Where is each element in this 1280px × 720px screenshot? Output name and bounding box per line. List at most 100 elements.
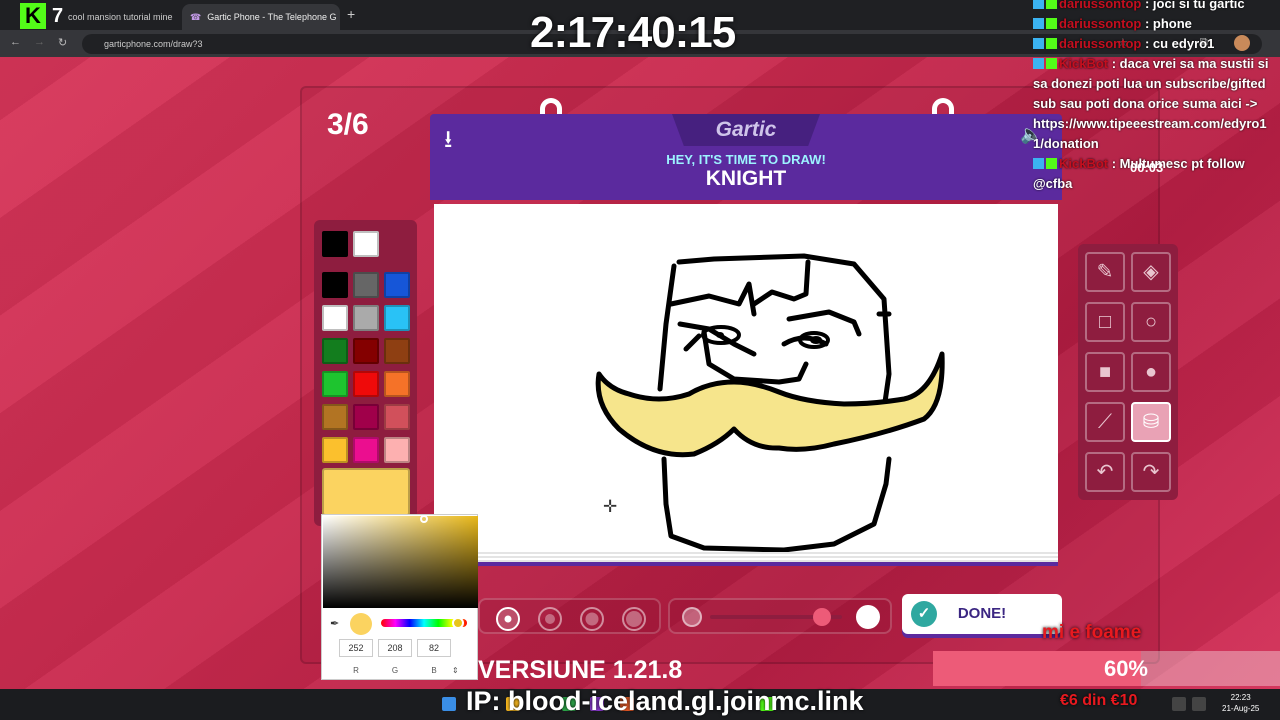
eyedropper-icon[interactable]: ✒ — [330, 617, 339, 630]
kick-badge-icon — [1046, 0, 1057, 9]
line-icon[interactable]: ⟋ — [1085, 402, 1125, 442]
undo-icon[interactable]: ↶ — [1085, 452, 1125, 492]
color-swatch[interactable] — [322, 231, 348, 257]
round-counter: 3/6 — [327, 108, 369, 141]
chat-username: KickBot — [1059, 56, 1109, 71]
new-tab-button[interactable]: + — [347, 6, 355, 22]
format-toggle-icon[interactable]: ⇕ — [452, 666, 459, 675]
blue-field[interactable]: 82 — [417, 639, 451, 657]
version-overlay: VERSIUNE 1.21.8 — [478, 656, 683, 684]
tab-inactive[interactable]: cool mansion tutorial mine ✕ — [60, 4, 178, 30]
red-field[interactable]: 252 — [339, 639, 373, 657]
color-swatch[interactable] — [353, 305, 379, 331]
color-swatch[interactable] — [384, 437, 410, 463]
color-swatch[interactable] — [322, 338, 348, 364]
brush-size-option[interactable] — [538, 607, 562, 631]
color-swatch[interactable] — [322, 272, 348, 298]
mic-icon[interactable] — [1172, 697, 1186, 711]
kick-badge-icon — [1046, 158, 1057, 169]
saturation-area[interactable] — [323, 516, 478, 608]
color-swatch[interactable] — [322, 404, 348, 430]
square-outline-icon[interactable]: □ — [1085, 302, 1125, 342]
done-button[interactable]: ✓ DONE! — [902, 594, 1062, 634]
brush-size-option[interactable] — [622, 607, 646, 631]
user-badge-icon — [1033, 0, 1044, 9]
color-swatch[interactable] — [384, 338, 410, 364]
brush-size-bar — [478, 598, 661, 634]
green-field[interactable]: 208 — [378, 639, 412, 657]
draw-word: KNIGHT — [705, 167, 787, 190]
forward-icon[interactable]: → — [34, 36, 45, 48]
chat-text: : cu edyro1 — [1141, 36, 1215, 51]
chat-message: dariussontop : joci si tu gartic — [1030, 0, 1280, 14]
user-badge-icon — [1033, 38, 1044, 49]
color-picker: ✒ 252 208 82 R G B ⇕ — [321, 514, 478, 680]
bucket-icon[interactable]: ⛁ — [1131, 402, 1171, 442]
pencil-icon[interactable]: ✎ — [1085, 252, 1125, 292]
kick-badge-icon — [1046, 18, 1057, 29]
color-swatch[interactable] — [384, 305, 410, 331]
circle-filled-icon[interactable]: ● — [1131, 352, 1171, 392]
user-badge-icon — [1033, 18, 1044, 29]
kick-badge-icon — [1046, 58, 1057, 69]
selected-color-swatch[interactable] — [322, 468, 410, 516]
saturation-handle[interactable] — [420, 515, 428, 523]
eraser-icon[interactable]: ◈ — [1131, 252, 1171, 292]
color-swatch[interactable] — [353, 272, 379, 298]
user-badge-icon — [1033, 58, 1044, 69]
color-swatch[interactable] — [353, 338, 379, 364]
color-swatch[interactable] — [384, 404, 410, 430]
color-swatch[interactable] — [322, 371, 348, 397]
chat-message: dariussontop : phone — [1030, 14, 1280, 34]
brush-size-option[interactable] — [580, 607, 604, 631]
kick-badge-icon — [1046, 38, 1057, 49]
brush-size-option[interactable] — [496, 607, 520, 631]
kick-k-logo: K — [20, 3, 46, 29]
check-icon: ✓ — [911, 601, 937, 627]
color-swatch[interactable] — [384, 371, 410, 397]
windows-start-icon[interactable] — [442, 697, 456, 711]
goal-amount: €6 din €10 — [1060, 692, 1138, 709]
canvas-pages — [434, 552, 1058, 566]
telephone-icon: ☎ — [190, 11, 202, 22]
stream-timer: 2:17:40:15 — [530, 8, 736, 57]
opacity-high-icon — [856, 605, 880, 629]
goal-title: mi e foame — [1042, 622, 1142, 643]
color-swatch[interactable] — [353, 231, 379, 257]
redo-icon[interactable]: ↷ — [1131, 452, 1171, 492]
circle-outline-icon[interactable]: ○ — [1131, 302, 1171, 342]
opacity-low-icon — [682, 607, 702, 627]
color-swatch[interactable] — [353, 437, 379, 463]
back-icon[interactable]: ← — [10, 36, 21, 48]
network-icon[interactable] — [1192, 697, 1206, 711]
color-swatch[interactable] — [322, 437, 348, 463]
chat-username: dariussontop — [1059, 36, 1142, 51]
opacity-handle[interactable] — [813, 608, 832, 626]
draw-prompt: HEY, IT'S TIME TO DRAW! — [666, 152, 826, 167]
crosshair-cursor: ✛ — [603, 497, 618, 516]
gartic-logo: Gartic — [672, 114, 820, 146]
drawing-canvas[interactable] — [434, 204, 1058, 553]
goal-progress-bar: 60% — [933, 651, 1280, 686]
tab-title: cool mansion tutorial mine — [68, 12, 173, 22]
color-swatch[interactable] — [353, 371, 379, 397]
hue-handle[interactable] — [452, 617, 464, 629]
color-swatch[interactable] — [322, 305, 348, 331]
color-swatch[interactable] — [353, 404, 379, 430]
chat-username: dariussontop — [1059, 0, 1142, 11]
system-clock: 22:23 21-Aug-25 — [1222, 692, 1259, 714]
color-swatch[interactable] — [384, 272, 410, 298]
tab-active[interactable]: ☎ Gartic Phone - The Telephone G ✕ — [182, 4, 340, 30]
reload-icon[interactable]: ↻ — [58, 36, 67, 49]
ip-overlay: IP: blood-iceland.gl.joinmc.link — [466, 686, 864, 716]
chat-text: : phone — [1141, 16, 1192, 31]
current-color-dot — [350, 613, 372, 635]
chat-message: dariussontop : cu edyro1 — [1030, 34, 1280, 54]
chat-username: dariussontop — [1059, 16, 1142, 31]
clock-time: 22:23 — [1230, 693, 1251, 702]
knight-drawing — [595, 253, 945, 553]
opacity-slider[interactable] — [668, 598, 892, 634]
square-filled-icon[interactable]: ■ — [1085, 352, 1125, 392]
clock-date: 21-Aug-25 — [1222, 704, 1260, 713]
green-label: G — [391, 666, 399, 675]
